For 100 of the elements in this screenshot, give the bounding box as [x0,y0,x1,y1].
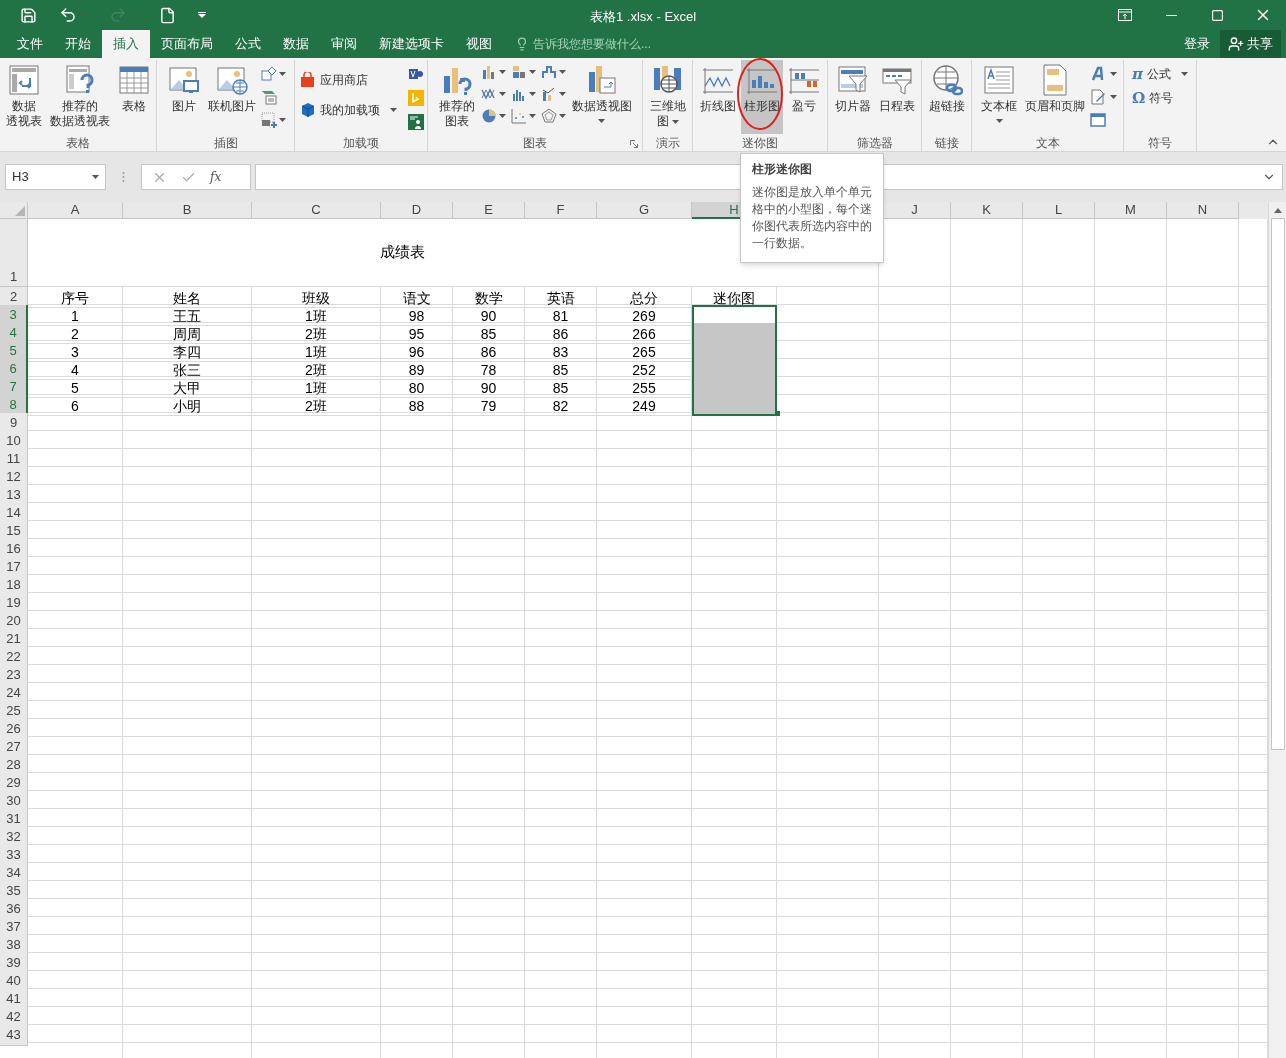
share-button[interactable]: 共享 [1220,30,1281,58]
column-header[interactable]: K [951,202,1023,219]
column-header[interactable]: C [252,202,381,219]
row-header[interactable]: 16 [0,539,28,560]
row-header[interactable]: 17 [0,557,28,578]
sparkline-cell[interactable] [692,395,777,416]
my-addins-button[interactable]: 我的加载项 [297,98,399,122]
column-header[interactable]: G [597,202,692,219]
column-header[interactable]: F [525,202,597,219]
row-header[interactable]: 23 [0,665,28,686]
signature-line-button[interactable] [1090,86,1117,108]
table-button[interactable]: 表格 [115,60,153,134]
row-header[interactable]: 29 [0,773,28,794]
row-header[interactable]: 28 [0,755,28,776]
row-header[interactable]: 12 [0,467,28,488]
row-header[interactable]: 33 [0,845,28,866]
ribbon-tab[interactable]: 数据 [272,30,320,58]
row-header[interactable]: 38 [0,935,28,956]
sparkline-column-button[interactable]: 柱形图 [741,60,783,134]
ribbon-tab[interactable]: 开始 [54,30,102,58]
column-header[interactable]: L [1023,202,1095,219]
row-header[interactable]: 11 [0,449,28,470]
ribbon-tab[interactable]: 页面布局 [150,30,224,58]
row-header[interactable]: 5 [0,341,28,362]
row-header[interactable]: 42 [0,1007,28,1028]
picture-button[interactable]: 图片 [165,60,203,134]
fill-handle[interactable] [775,411,780,416]
sparkline-winloss-button[interactable]: 盈亏 [785,60,823,134]
3d-map-button[interactable]: 三维地 图 [646,60,689,134]
row-header[interactable]: 32 [0,827,28,848]
scrollbar-thumb[interactable] [1270,218,1285,750]
ribbon-tab[interactable]: 视图 [455,30,503,58]
ribbon-tab[interactable]: 审阅 [320,30,368,58]
row-header[interactable]: 8 [0,395,28,416]
symbol-button[interactable]: Ω 符号 [1130,86,1190,110]
online-pictures-button[interactable]: 联机图片 [205,60,259,134]
column-header[interactable]: N [1167,202,1239,219]
tell-me-field[interactable]: 告诉我您想要做什么... [533,35,693,53]
text-box-button[interactable]: 文本框 [978,60,1020,134]
row-header[interactable]: 14 [0,503,28,524]
pivot-table-button[interactable]: 数据 透视表 [3,60,45,134]
scroll-up-icon[interactable] [1273,208,1282,213]
row-header[interactable]: 9 [0,413,28,434]
row-header[interactable]: 34 [0,863,28,884]
column-header[interactable]: D [381,202,453,219]
row-header[interactable]: 6 [0,359,28,380]
column-header[interactable]: E [453,202,525,219]
screenshot-button[interactable] [261,109,286,131]
row-header[interactable]: 22 [0,647,28,668]
row-header[interactable]: 10 [0,431,28,452]
row-header[interactable]: 21 [0,629,28,650]
row-header[interactable]: 20 [0,611,28,632]
ribbon-tab[interactable]: 公式 [224,30,272,58]
table-cell: 90 [453,377,525,398]
row-header[interactable]: 3 [0,305,28,326]
column-header[interactable]: M [1095,202,1167,219]
header-footer-button[interactable]: 页眉和页脚 [1022,60,1088,134]
row-header[interactable]: 2 [0,287,28,308]
sign-in-link[interactable]: 登录 [1174,30,1220,58]
row-header[interactable]: 39 [0,953,28,974]
vertical-scrollbar[interactable] [1268,202,1286,1058]
column-header[interactable]: B [123,202,252,219]
sparkline-line-button[interactable]: 折线图 [697,60,739,134]
row-header[interactable]: 35 [0,881,28,902]
row-header[interactable]: 27 [0,737,28,758]
row-header[interactable]: 40 [0,971,28,992]
row-header[interactable]: 13 [0,485,28,506]
row-header[interactable]: 36 [0,899,28,920]
ribbon-tab[interactable]: 文件 [6,30,54,58]
store-button[interactable]: 应用商店 [297,68,399,92]
insert-function-button[interactable]: fx [210,168,222,186]
equation-button[interactable]: π 公式 [1130,62,1190,86]
row-header[interactable]: 41 [0,989,28,1010]
row-header[interactable]: 4 [0,323,28,344]
sparkline-cell[interactable] [692,323,777,344]
row-header[interactable]: 7 [0,377,28,398]
recommended-charts-button[interactable]: 推荐的 图表 [435,60,478,134]
row-header[interactable]: 30 [0,791,28,812]
row-header[interactable]: 19 [0,593,28,614]
row-header[interactable]: 1 [0,219,28,287]
ribbon-small-button[interactable] [406,111,425,133]
row-header[interactable]: 18 [0,575,28,596]
row-header[interactable]: 26 [0,719,28,740]
ribbon-tab[interactable]: 新建选项卡 [368,30,455,58]
column-header[interactable]: A [28,202,123,219]
row-header[interactable]: 15 [0,521,28,542]
row-header[interactable]: 25 [0,701,28,722]
row-header[interactable]: 37 [0,917,28,938]
slicer-button[interactable]: 切片器 [831,60,874,134]
pivot-chart-button[interactable]: 数据透视图 [568,60,635,134]
row-header[interactable]: 31 [0,809,28,830]
recommended-pivot-button[interactable]: 推荐的 数据透视表 [47,60,113,134]
hyperlink-button[interactable]: 超链接 [925,60,968,134]
name-box[interactable]: H3 [5,164,106,190]
ribbon-tab[interactable]: 插入 [102,30,150,58]
dropdown-caret-icon [498,92,506,96]
row-header[interactable]: 43 [0,1025,28,1046]
timeline-button[interactable]: 日程表 [875,60,918,134]
sparkline-cell[interactable] [692,305,777,326]
row-header[interactable]: 24 [0,683,28,704]
